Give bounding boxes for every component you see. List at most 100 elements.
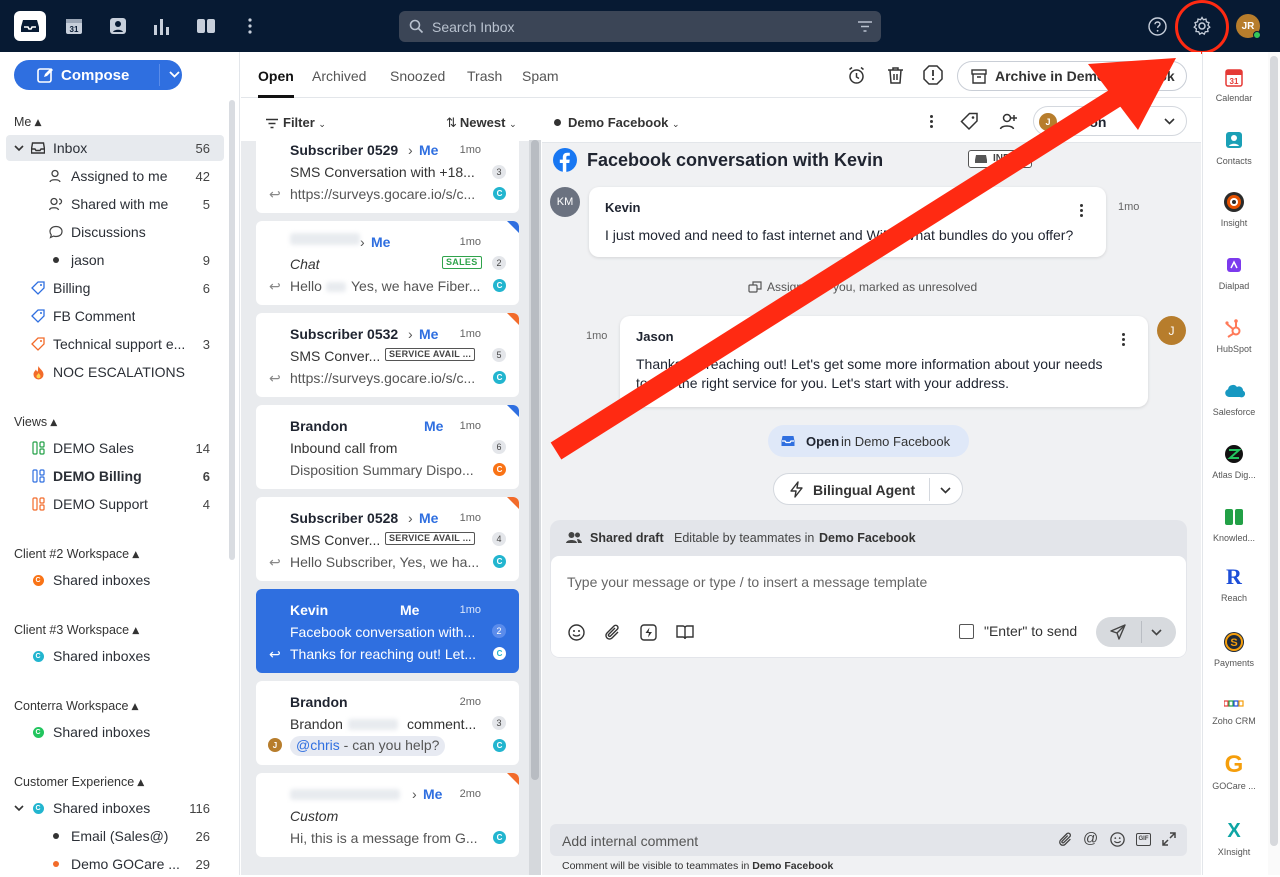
- sidebar-item-technical-support[interactable]: Technical support e... 3: [6, 331, 224, 357]
- reply-editor[interactable]: Type your message or type / to insert a …: [551, 556, 1186, 657]
- compose-button[interactable]: Compose: [14, 60, 182, 90]
- app-insight[interactable]: Insight: [1202, 191, 1266, 228]
- sidebar-item-shared-inboxes[interactable]: C Shared inboxes: [6, 719, 224, 745]
- chevron-down-icon[interactable]: [1151, 629, 1162, 636]
- add-participant-icon[interactable]: [999, 112, 1018, 131]
- app-knowledge[interactable]: Knowled...: [1202, 506, 1266, 543]
- search-icon: [409, 19, 424, 34]
- tab-open[interactable]: Open: [258, 68, 294, 84]
- snooze-clock-icon[interactable]: [847, 66, 866, 85]
- list-scrollbar[interactable]: [529, 140, 541, 875]
- attachment-icon[interactable]: [1058, 832, 1073, 847]
- sidebar-item-demo-sales[interactable]: DEMO Sales 14: [6, 435, 224, 461]
- tab-spam[interactable]: Spam: [522, 68, 559, 84]
- compose-icon: [37, 68, 53, 83]
- help-icon[interactable]: [1148, 17, 1167, 36]
- app-salesforce[interactable]: Salesforce: [1202, 380, 1266, 417]
- inbox-nav-icon[interactable]: [14, 11, 46, 41]
- list-item[interactable]: Subscriber 0528 › Me 1mo SMS Conver... S…: [256, 497, 519, 581]
- app-payments[interactable]: S Payments: [1202, 631, 1266, 668]
- section-customer-experience[interactable]: Customer Experience ▴: [14, 774, 144, 789]
- search-input[interactable]: Search Inbox: [399, 11, 881, 42]
- assignee-selector[interactable]: J Jason: [1033, 106, 1187, 136]
- sidebar-item-shared-inboxes[interactable]: C Shared inboxes 116: [6, 795, 224, 821]
- calendar-nav-icon[interactable]: 31: [61, 13, 87, 39]
- apps-scrollbar[interactable]: [1268, 52, 1280, 875]
- tab-trash[interactable]: Trash: [467, 68, 502, 84]
- online-status-dot: [1253, 31, 1261, 39]
- emoji-icon[interactable]: [1110, 832, 1125, 847]
- sidebar-item-fb-comment[interactable]: FB Comment: [6, 303, 224, 329]
- tab-archived[interactable]: Archived: [312, 68, 366, 84]
- channel-selector[interactable]: Demo Facebook ⌄: [554, 115, 680, 130]
- expand-icon[interactable]: [1162, 832, 1176, 846]
- sidebar-item-discussions[interactable]: Discussions: [6, 219, 224, 245]
- section-views[interactable]: Views ▴: [14, 414, 57, 429]
- send-button[interactable]: [1096, 617, 1176, 647]
- app-hubspot[interactable]: HubSpot: [1202, 317, 1266, 354]
- sidebar-item-shared-inboxes[interactable]: C Shared inboxes: [6, 567, 224, 593]
- section-client3-workspace[interactable]: Client #3 Workspace ▴: [14, 622, 139, 637]
- internal-comment-input[interactable]: Add internal comment @ GIF: [550, 824, 1187, 856]
- list-item[interactable]: Brandon 2mo Brandon comment... 3 J @chri…: [256, 681, 519, 765]
- knowledge-base-icon[interactable]: [676, 624, 694, 641]
- app-calendar[interactable]: 31 Calendar: [1202, 66, 1266, 103]
- trash-icon[interactable]: [887, 66, 904, 85]
- app-atlas[interactable]: Atlas Dig...: [1202, 443, 1266, 480]
- sidebar-item-demo-billing[interactable]: DEMO Billing 6: [6, 463, 224, 489]
- section-me[interactable]: Me ▴: [14, 114, 41, 129]
- knowledge-nav-icon[interactable]: [193, 13, 219, 39]
- sidebar-item-shared[interactable]: Shared with me 5: [6, 191, 224, 217]
- list-item[interactable]: Subscriber 0532 › Me 1mo SMS Conver... S…: [256, 313, 519, 397]
- attachment-icon[interactable]: [604, 624, 621, 641]
- gif-icon[interactable]: GIF: [1136, 833, 1151, 846]
- tab-underline: [258, 95, 294, 98]
- tab-snoozed[interactable]: Snoozed: [390, 68, 445, 84]
- sidebar-item-noc-escalations[interactable]: NOC ESCALATIONS: [6, 359, 224, 385]
- avatar: J: [1157, 316, 1186, 345]
- app-zoho[interactable]: Zoho CRM: [1202, 697, 1266, 726]
- app-dialpad[interactable]: Dialpad: [1202, 254, 1266, 291]
- sidebar-item-inbox[interactable]: Inbox 56: [6, 135, 224, 161]
- section-conterra-workspace[interactable]: Conterra Workspace ▴: [14, 698, 138, 713]
- bilingual-agent-button[interactable]: Bilingual Agent: [773, 473, 963, 505]
- sidebar-scrollbar[interactable]: [229, 100, 235, 560]
- sidebar-item-demo-gocare[interactable]: Demo GOCare ... 29: [6, 851, 224, 877]
- list-item[interactable]: › Me 1mo Chat SALES 2 ↩ Hello Yes, we ha…: [256, 221, 519, 305]
- filter-button[interactable]: Filter ⌄: [265, 115, 326, 130]
- sidebar-item-jason[interactable]: jason 9: [6, 247, 224, 273]
- more-options-icon[interactable]: [930, 115, 934, 129]
- app-reach[interactable]: R Reach: [1202, 564, 1266, 603]
- list-item[interactable]: Brandon Me 1mo Inbound call from 6 Dispo…: [256, 405, 519, 489]
- filter-icon[interactable]: [857, 20, 873, 33]
- app-xinsight[interactable]: X XInsight: [1202, 820, 1266, 858]
- inbox-tag[interactable]: INBOX: [968, 150, 1032, 168]
- chevron-down-icon[interactable]: [169, 71, 180, 79]
- mention-icon[interactable]: @: [1083, 830, 1098, 847]
- list-item-selected[interactable]: Kevin Me 1mo Facebook conversation with.…: [256, 589, 519, 673]
- sidebar-item-demo-support[interactable]: DEMO Support 4: [6, 491, 224, 517]
- analytics-nav-icon[interactable]: [149, 13, 175, 39]
- snippet-icon[interactable]: [640, 624, 657, 641]
- enter-to-send-checkbox[interactable]: [959, 624, 974, 639]
- sidebar-item-assigned[interactable]: Assigned to me 42: [6, 163, 224, 189]
- tag-icon[interactable]: [960, 112, 979, 131]
- list-item[interactable]: › Me 2mo Custom Hi, this is a message fr…: [256, 773, 519, 857]
- emoji-icon[interactable]: [568, 624, 585, 641]
- archive-button[interactable]: Archive in Demo Facebook: [957, 61, 1187, 91]
- section-client2-workspace[interactable]: Client #2 Workspace ▴: [14, 546, 139, 561]
- sort-button[interactable]: ⇅ Newest ⌄: [446, 115, 517, 131]
- sidebar-item-email-sales[interactable]: Email (Sales@) 26: [6, 823, 224, 849]
- sidebar-item-shared-inboxes[interactable]: C Shared inboxes: [6, 643, 224, 669]
- message-menu-icon[interactable]: [1080, 204, 1084, 218]
- sidebar-item-billing[interactable]: Billing 6: [6, 275, 224, 301]
- user-avatar[interactable]: JR: [1236, 14, 1261, 39]
- more-nav-icon[interactable]: [237, 13, 263, 39]
- spam-icon[interactable]: [923, 65, 943, 85]
- app-gocare[interactable]: G GOCare ...: [1202, 751, 1266, 791]
- app-contacts[interactable]: Contacts: [1202, 129, 1266, 166]
- list-item[interactable]: Subscriber 0529 › Me 1mo SMS Conversatio…: [256, 141, 519, 213]
- contacts-nav-icon[interactable]: [105, 13, 131, 39]
- dialpad-app-icon: [1223, 254, 1245, 276]
- message-menu-icon[interactable]: [1122, 333, 1126, 347]
